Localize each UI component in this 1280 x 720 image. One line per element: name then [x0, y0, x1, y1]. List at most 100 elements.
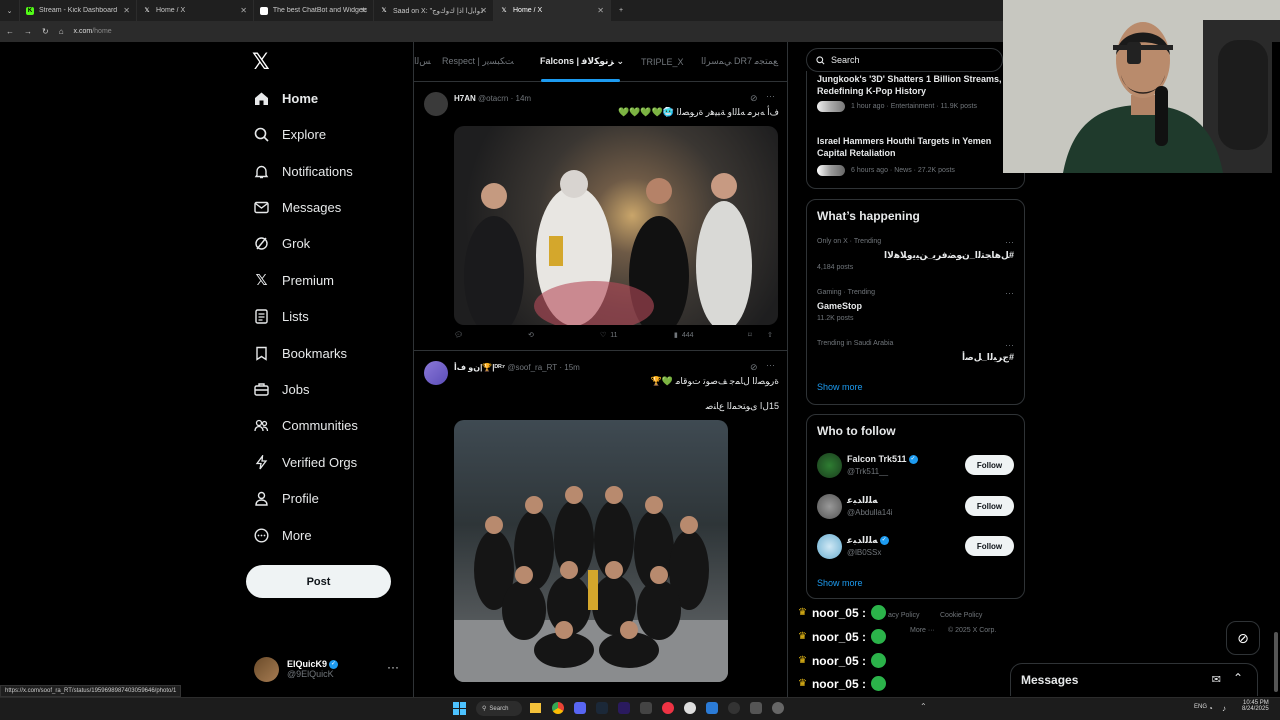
more-icon[interactable]: ··· — [1005, 237, 1014, 247]
retweet-button[interactable]: ⟲ — [528, 331, 534, 339]
trend-item[interactable]: #ﻞﻫﺎﺠﺘﻟﺍ_ﻥﻮﻀﻓﺮﻳ_ﻦﻴﻳﻭﻼﻫﻻﺍ — [884, 250, 1014, 261]
footer-link[interactable]: acy Policy — [888, 612, 920, 619]
scrollbar[interactable] — [1272, 42, 1280, 697]
close-icon[interactable]: ✕ — [480, 6, 487, 15]
more-icon[interactable]: ··· — [766, 91, 775, 101]
browser-tab[interactable]: The best ChatBot and Widgets ✕ — [254, 0, 374, 21]
views-button[interactable]: ▮ 444 — [674, 331, 694, 340]
news-headline[interactable]: Jungkook's '3D' Shatters 1 Billion Strea… — [817, 73, 1017, 97]
app-icon[interactable] — [772, 702, 784, 714]
vscode-icon[interactable] — [706, 702, 718, 714]
start-button[interactable] — [453, 702, 466, 715]
tweet-time[interactable]: · 15m — [559, 363, 579, 372]
nav-item-lists[interactable]: Lists — [254, 306, 309, 326]
grok-icon[interactable]: ⊘ — [750, 93, 758, 104]
tab-timeline[interactable]: Respect | ﺖﻜﺒﺴﻳﺭ — [442, 56, 514, 67]
more-icon[interactable]: ··· — [1005, 340, 1014, 350]
show-more-link[interactable]: Show more — [817, 382, 863, 392]
tweet-author-name[interactable]: ﻥﻭ ﻑﺃ|🏆|ᴰᴿ⁷ — [454, 363, 505, 372]
tweet[interactable]: H7AN @otacrn · 14m ⊘ ··· ﻑﺃ ﻪﺑﺮﻣ ﻪﻠﻟﺍﻭ ﺔ… — [414, 83, 787, 351]
app-icon[interactable] — [728, 702, 740, 714]
close-icon[interactable]: ✕ — [123, 6, 130, 15]
bookmark-button[interactable]: ⌑ — [748, 331, 752, 339]
browser-tab-active[interactable]: 𝕏 Home / X ✕ — [494, 0, 611, 21]
tweet-time[interactable]: · 14m — [511, 94, 531, 103]
browser-tab[interactable]: 𝕏 Saad on X: "ﺫﻭﺍﺑﻝﺍ ﺍﺫﺇ ﻙﻭﻙﻭﺝ ✕ — [374, 0, 494, 21]
tab-timeline[interactable]: ﺲﻟﺍ — [414, 56, 431, 67]
nav-item-communities[interactable]: Communities — [254, 415, 358, 435]
tab-search-button[interactable]: ⌄ — [0, 0, 20, 21]
avatar[interactable] — [817, 494, 842, 519]
grok-floating-button[interactable]: ⊘ — [1226, 621, 1260, 655]
account-switcher[interactable]: ElQuicK9 ✓ @9ElQuicK ··· — [254, 654, 404, 684]
reply-button[interactable]: 💬︎ — [454, 331, 463, 339]
url-field[interactable]: x.com/home — [74, 28, 112, 35]
news-headline[interactable]: Israel Hammers Houthi Targets in Yemen C… — [817, 135, 1017, 159]
follow-button[interactable]: Follow — [965, 455, 1014, 475]
browser-tab[interactable]: K Stream - Kick Dashboard ✕ — [20, 0, 137, 21]
share-button[interactable]: ⇧ — [767, 331, 773, 339]
tweet-image[interactable] — [454, 420, 728, 682]
nav-item-notifications[interactable]: Notifications — [254, 161, 353, 181]
home-icon[interactable]: ⌂ — [59, 27, 64, 36]
close-icon[interactable]: ✕ — [240, 6, 247, 15]
tray-chevron-icon[interactable]: ⌃ — [920, 702, 927, 711]
nav-item-explore[interactable]: Explore — [254, 124, 326, 144]
discord-icon[interactable] — [574, 702, 586, 714]
expand-icon[interactable]: ⌃ — [1233, 671, 1243, 685]
new-tab-button[interactable]: + — [611, 0, 631, 21]
volume-icon[interactable]: ♪ — [1222, 704, 1226, 713]
follow-button[interactable]: Follow — [965, 496, 1014, 516]
scrollbar-thumb[interactable] — [1274, 632, 1278, 692]
footer-more-link[interactable]: More ··· — [910, 627, 935, 634]
steam-icon[interactable] — [596, 702, 608, 714]
file-explorer-icon[interactable] — [530, 703, 541, 713]
language-indicator[interactable]: ENG — [1194, 704, 1207, 710]
avatar[interactable] — [817, 453, 842, 478]
taskbar-search[interactable]: ⚲ Search — [476, 701, 522, 716]
follow-button[interactable]: Follow — [965, 536, 1014, 556]
follow-suggestion-name[interactable]: Falcon Trk511 — [847, 454, 907, 464]
follow-suggestion-name[interactable]: ﻪﻠﻟﺍﺪﺒﻋ — [847, 535, 878, 545]
browser-tab[interactable]: 𝕏 Home / X ✕ — [137, 0, 254, 21]
nav-item-more[interactable]: More — [254, 525, 312, 545]
post-button[interactable]: Post — [246, 565, 391, 598]
more-icon[interactable]: ··· — [387, 660, 399, 674]
wifi-icon[interactable]: ◔ — [1208, 704, 1213, 713]
nav-item-premium[interactable]: 𝕏 Premium — [254, 270, 334, 290]
taskbar-clock[interactable]: 10:45 PM 8/24/2025 — [1242, 700, 1269, 712]
tab-falcons[interactable]: Falcons | ﺰﻧﻮﻜﻟﺎﻓ ⌄ — [540, 56, 624, 67]
grok-icon[interactable]: ⊘ — [750, 362, 758, 373]
like-button[interactable]: ♡ 11 — [600, 331, 618, 340]
show-more-link[interactable]: Show more — [817, 578, 863, 588]
tweet-author-name[interactable]: H7AN — [454, 94, 476, 103]
nav-item-bookmarks[interactable]: Bookmarks — [254, 343, 347, 363]
avatar[interactable] — [424, 361, 448, 385]
avatar[interactable] — [424, 92, 448, 116]
nav-item-grok[interactable]: Grok — [254, 233, 310, 253]
compose-message-icon[interactable]: ✉ — [1212, 673, 1221, 686]
chrome-icon[interactable] — [552, 702, 564, 714]
app-icon[interactable] — [640, 702, 652, 714]
app-icon[interactable] — [684, 702, 696, 714]
app-icon[interactable] — [750, 702, 762, 714]
trend-item[interactable]: GameStop — [817, 301, 862, 311]
avatar[interactable] — [817, 534, 842, 559]
more-icon[interactable]: ··· — [1005, 288, 1014, 298]
close-icon[interactable]: ✕ — [360, 6, 367, 15]
app-icon[interactable] — [662, 702, 674, 714]
nav-item-jobs[interactable]: Jobs — [254, 379, 309, 399]
tab-timeline[interactable]: TRIPLE_X — [641, 57, 684, 67]
messages-drawer[interactable]: Messages ✉ ⌃ — [1010, 663, 1258, 696]
forward-icon[interactable]: → — [24, 27, 32, 36]
back-icon[interactable]: ← — [6, 27, 14, 36]
follow-suggestion-name[interactable]: ﻪﻠﻟﺍﺪﺒﻋ — [847, 495, 878, 506]
reload-icon[interactable]: ↻ — [42, 27, 49, 36]
footer-link[interactable]: Cookie Policy — [940, 612, 982, 619]
tab-timeline[interactable]: ﻲﻤﺳﺮﻟﺍ DR7 ﻊﻤﺘﺠﻣ — [701, 56, 778, 67]
more-icon[interactable]: ··· — [766, 360, 775, 370]
nav-item-messages[interactable]: Messages — [254, 197, 341, 217]
trend-item[interactable]: #ﺝﺮﺒﻟﺍ_ﻞﺻﺃ — [962, 352, 1014, 363]
nav-item-profile[interactable]: Profile — [254, 488, 319, 508]
nav-item-verified-orgs[interactable]: Verified Orgs — [254, 452, 357, 472]
